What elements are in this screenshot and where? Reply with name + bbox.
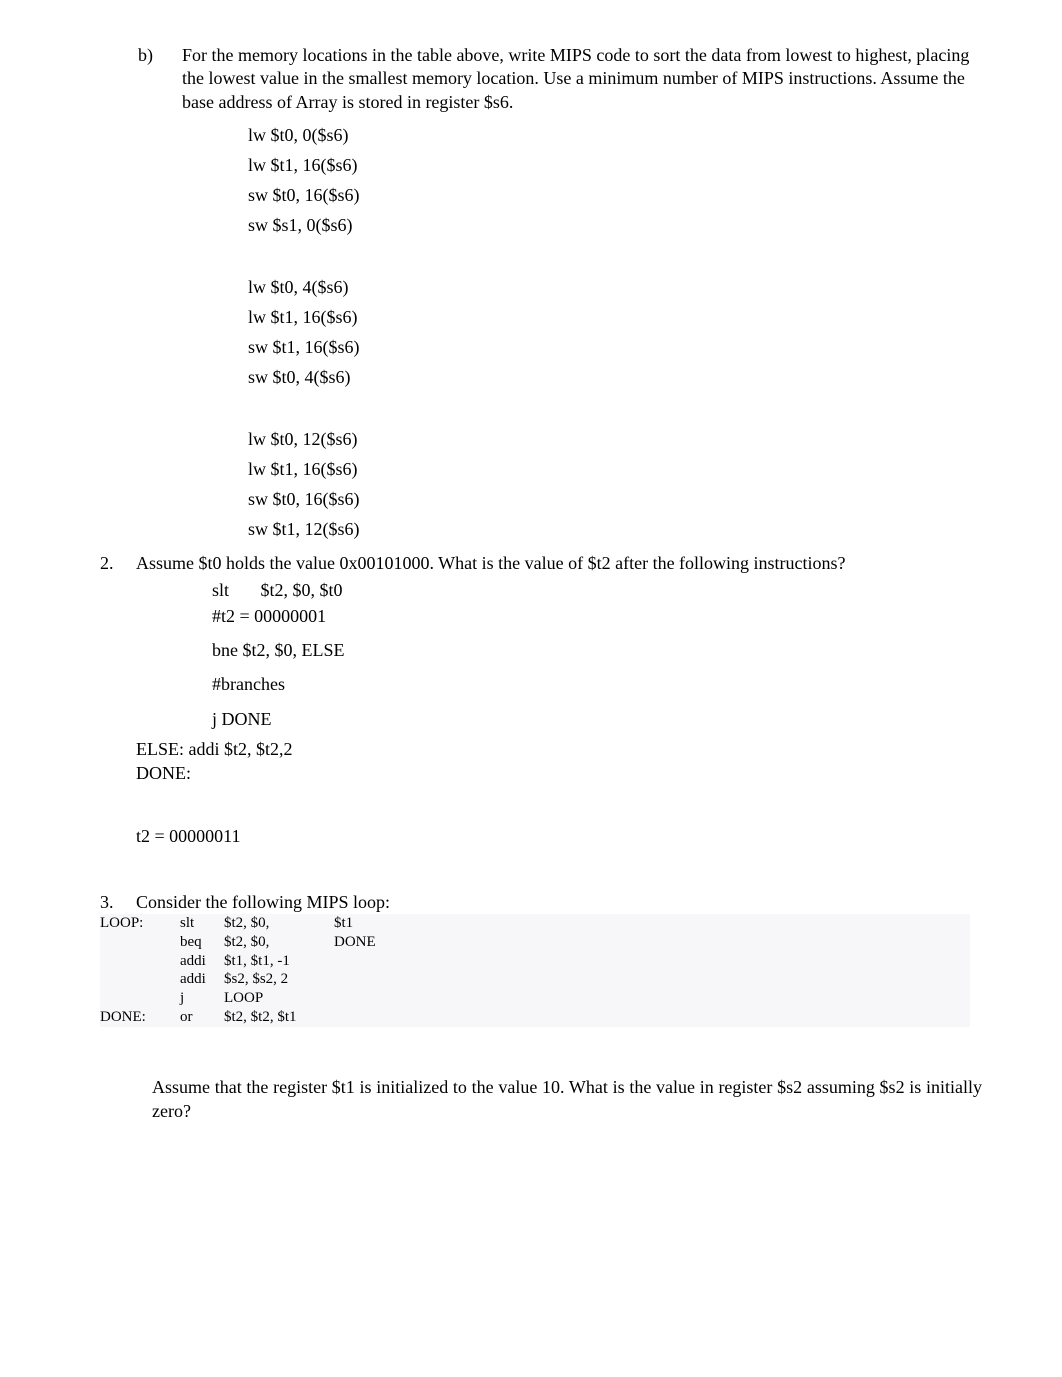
code-line: sw $t0, 16($s6) <box>248 490 982 508</box>
code-op: beq <box>180 933 224 952</box>
code-line: lw $t0, 4($s6) <box>248 278 982 296</box>
code-line: ELSE: addi $t2, $t2,2 <box>136 737 982 761</box>
code-line: lw $t0, 0($s6) <box>248 126 982 144</box>
code-line: addi $t1, $t1, -1 <box>100 952 970 971</box>
question-2: 2. Assume $t0 holds the value 0x00101000… <box>100 552 982 575</box>
code-line: DONE: or $t2, $t2, $t1 <box>100 1008 970 1027</box>
code-op: slt <box>180 914 224 933</box>
q2-code: slt $t2, $0, $t0 #t2 = 00000001 bne $t2,… <box>212 578 982 731</box>
code-line: LOOP: slt $t2, $0, $t1 <box>100 914 970 933</box>
code-line: sw $s1, 0($s6) <box>248 216 982 234</box>
code-line: sw $t1, 12($s6) <box>248 520 982 538</box>
q2-answer: t2 = 00000011 <box>136 826 982 847</box>
code-op: addi <box>180 970 224 989</box>
code-line: lw $t0, 12($s6) <box>248 430 982 448</box>
code-arg: $s2, $s2, 2 <box>224 970 334 989</box>
code-arg: LOOP <box>224 989 334 1008</box>
code-op: addi <box>180 952 224 971</box>
code-arg: $t2, $t2, $t1 <box>224 1008 334 1027</box>
code-op: or <box>180 1008 224 1027</box>
code-label <box>100 952 180 971</box>
code-label <box>100 970 180 989</box>
code-line: slt $t2, $0, $t0 <box>212 578 982 602</box>
q1b-text: For the memory locations in the table ab… <box>182 44 982 114</box>
q3-text: Consider the following MIPS loop: <box>136 891 982 914</box>
code-label <box>100 933 180 952</box>
question-3: 3. Consider the following MIPS loop: <box>100 891 982 914</box>
document-page: b) For the memory locations in the table… <box>0 0 1062 1183</box>
code-arg: $t2, $0, <box>224 933 334 952</box>
code-line: sw $t0, 4($s6) <box>248 368 982 386</box>
code-arg: $t2, $0, <box>224 914 334 933</box>
q2-text: Assume $t0 holds the value 0x00101000. W… <box>136 552 982 575</box>
code-line: j LOOP <box>100 989 970 1008</box>
code-comment: #t2 = 00000001 <box>212 604 982 628</box>
q3-code-block: LOOP: slt $t2, $0, $t1 beq $t2, $0, DONE… <box>100 914 970 1027</box>
code-line: lw $t1, 16($s6) <box>248 308 982 326</box>
code-label <box>100 989 180 1008</box>
q3-marker: 3. <box>100 891 136 914</box>
q1b-marker: b) <box>138 44 182 114</box>
code-target: $t1 <box>334 914 353 933</box>
code-label: DONE: <box>100 1008 180 1027</box>
code-line: beq $t2, $0, DONE <box>100 933 970 952</box>
code-line: bne $t2, $0, ELSE <box>212 638 982 662</box>
code-line: addi $s2, $s2, 2 <box>100 970 970 989</box>
code-comment: #branches <box>212 672 982 696</box>
question-1b: b) For the memory locations in the table… <box>138 44 982 114</box>
code-label: LOOP: <box>100 914 180 933</box>
code-target: DONE <box>334 933 376 952</box>
code-line: j DONE <box>212 707 982 731</box>
code-line: lw $t1, 16($s6) <box>248 156 982 174</box>
code-arg: $t1, $t1, -1 <box>224 952 334 971</box>
q2-marker: 2. <box>100 552 136 575</box>
code-op: j <box>180 989 224 1008</box>
code-line: DONE: <box>136 761 982 785</box>
code-line: lw $t1, 16($s6) <box>248 460 982 478</box>
code-line: sw $t1, 16($s6) <box>248 338 982 356</box>
code-line: sw $t0, 16($s6) <box>248 186 982 204</box>
q3-assumption-text: Assume that the register $t1 is initiali… <box>152 1075 982 1124</box>
q1b-code: lw $t0, 0($s6) lw $t1, 16($s6) sw $t0, 1… <box>248 126 982 538</box>
q2-else-block: ELSE: addi $t2, $t2,2 DONE: <box>136 737 982 786</box>
